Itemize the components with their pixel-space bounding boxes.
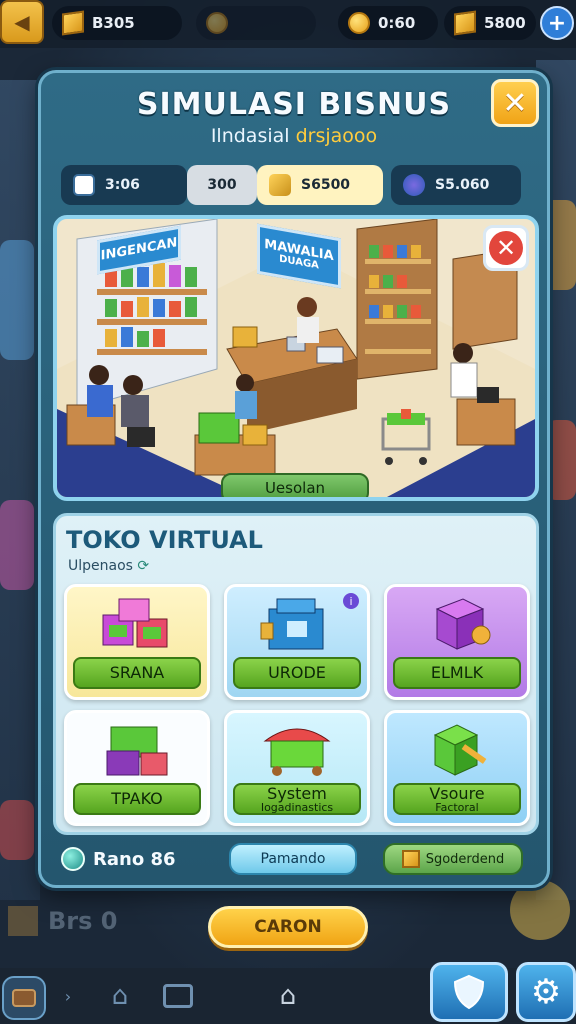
money-stack-icon — [269, 174, 291, 196]
background-tile — [0, 500, 34, 590]
store-card-elmlk[interactable]: ELMLK — [384, 584, 530, 700]
store-card-tpako[interactable]: TPAKO — [64, 710, 210, 826]
info-icon[interactable]: i — [343, 593, 359, 609]
top-left-value: B305 — [92, 14, 135, 32]
card-button[interactable]: SRANA — [73, 657, 201, 689]
background-blur-left — [0, 80, 40, 900]
close-icon: ✕ — [502, 85, 528, 121]
background-tile — [510, 880, 570, 940]
store-card-system[interactable]: System Iogadinastics — [224, 710, 370, 826]
subtitle-part-b: drsjaooo — [295, 125, 378, 147]
coin-counter: 0:60 — [338, 6, 438, 40]
business-simulation-panel: SIMULASI BISNUS Ilndasial drsjaooo ✕ 3:0… — [38, 70, 550, 888]
product-display-icon — [106, 726, 168, 776]
shield-icon — [453, 974, 485, 1010]
store-title: TOKO VIRTUAL — [66, 526, 263, 554]
store-footer: Rano 86 Pamando Sgoderdend — [61, 843, 531, 877]
market-stall-icon — [263, 728, 331, 776]
nav-house-button[interactable]: ⌂ — [268, 976, 308, 1016]
scene-action-button[interactable]: Uesolan — [221, 473, 369, 497]
card-button[interactable]: Vsoure Factoral — [393, 783, 521, 815]
add-currency-button[interactable]: + — [540, 6, 574, 40]
back-arrow-icon: ◀ — [14, 10, 30, 34]
crate-icon — [62, 10, 84, 36]
globe-icon — [61, 847, 85, 871]
cube-counter: 5800 — [444, 6, 536, 40]
stat-calendar: 3:06 — [61, 165, 187, 205]
nav-shop-button[interactable] — [158, 976, 198, 1016]
panel-subtitle: Ilndasial drsjaooo — [41, 125, 547, 147]
stat-money: S6500 — [257, 165, 383, 205]
stat-wallet: S5.060 — [391, 165, 521, 205]
coin-icon — [348, 12, 370, 34]
shop-crate-icon — [163, 984, 193, 1008]
store-subtitle: Ulpenaos ⟳ — [68, 558, 150, 574]
gold-cube-icon — [454, 10, 476, 36]
stat-count: 300 — [187, 165, 257, 205]
register-machine-icon — [260, 598, 324, 650]
panel-title: SIMULASI BISNUS — [136, 87, 452, 122]
stats-row: 3:06 300 S6500 S5.060 — [61, 165, 521, 205]
pamando-button[interactable]: Pamando — [229, 843, 357, 875]
gear-icon: ⚙ — [530, 972, 562, 1012]
background-tile — [0, 240, 34, 360]
card-button[interactable]: ELMLK — [393, 657, 521, 689]
sgoderdend-button[interactable]: Sgoderdend — [383, 843, 523, 875]
wallet-icon — [403, 174, 425, 196]
blurred-resource: Brs 0 — [8, 906, 117, 936]
cube-count: 5800 — [484, 14, 526, 32]
coin-count: 0:60 — [378, 14, 416, 32]
subtitle-part-a: Ilndasial — [210, 125, 290, 147]
card-button[interactable]: System Iogadinastics — [233, 783, 361, 815]
background-tile — [0, 800, 34, 860]
top-bar: ◀ B305 0:60 5800 + — [0, 0, 576, 48]
close-panel-button[interactable]: ✕ — [491, 79, 539, 127]
chevron-right-icon: › — [64, 986, 72, 1006]
carton-button[interactable]: CARON — [208, 906, 368, 948]
shield-button[interactable] — [430, 962, 508, 1022]
nav-home-button[interactable]: ⌂ — [100, 976, 140, 1016]
top-middle-resource — [196, 6, 316, 40]
background-tile — [546, 420, 576, 500]
crate-icon — [401, 850, 420, 868]
rank-display: Rano 86 — [61, 847, 176, 871]
close-icon: ✕ — [489, 231, 523, 265]
green-box-tool-icon — [433, 724, 487, 776]
nav-avatar-button[interactable] — [2, 976, 46, 1020]
gift-boxes-icon — [102, 598, 168, 648]
purple-crate-icon — [435, 598, 491, 650]
top-left-resource: B305 — [52, 6, 182, 40]
store-card-urode[interactable]: i URODE — [224, 584, 370, 700]
card-button[interactable]: URODE — [233, 657, 361, 689]
coin-icon — [206, 12, 228, 34]
store-card-vsoure[interactable]: Vsoure Factoral — [384, 710, 530, 826]
home-corner-button[interactable]: ◀ — [0, 0, 44, 44]
card-button[interactable]: TPAKO — [73, 783, 201, 815]
calendar-icon — [73, 174, 95, 196]
scene-close-button[interactable]: ✕ — [483, 225, 529, 271]
chest-icon — [12, 989, 36, 1007]
refresh-icon: ⟳ — [137, 558, 150, 574]
crate-icon — [8, 906, 38, 936]
virtual-store-section: TOKO VIRTUAL Ulpenaos ⟳ SRANA i URODE EL… — [53, 513, 539, 835]
settings-button[interactable]: ⚙ — [516, 962, 576, 1022]
store-scene: INGENCAN MAWALIA DUAGA ✕ Uesolan — [53, 215, 539, 501]
store-card-srana[interactable]: SRANA — [64, 584, 210, 700]
